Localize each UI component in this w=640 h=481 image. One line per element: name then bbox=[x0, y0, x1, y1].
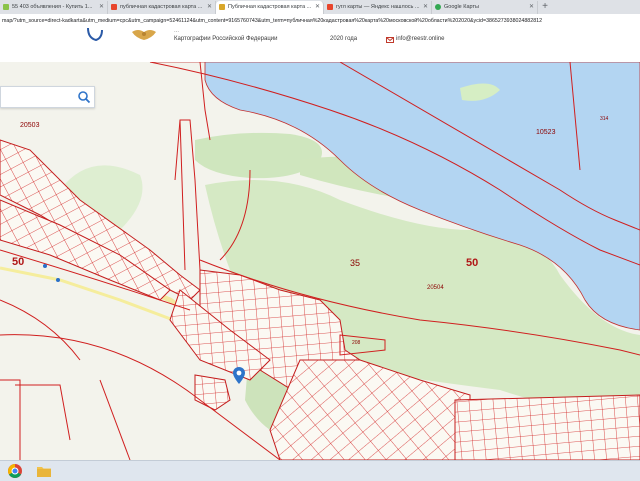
cadastral-favicon-icon bbox=[219, 4, 225, 10]
cadastral-map[interactable]: 20503 10523 35 50 50 20504 208 314 bbox=[0, 62, 640, 460]
chrome-icon[interactable] bbox=[5, 462, 25, 480]
yandex-favicon-icon bbox=[111, 4, 117, 10]
os-taskbar bbox=[0, 460, 640, 481]
search-icon[interactable] bbox=[77, 90, 91, 104]
google-maps-favicon-icon bbox=[435, 4, 441, 10]
tab-label: Публичная кадастровая карта ... bbox=[228, 4, 312, 10]
parcel-label: 208 bbox=[352, 340, 361, 346]
coat-of-arms-icon bbox=[132, 30, 156, 40]
email-link[interactable]: info@reestr.online bbox=[396, 36, 444, 42]
tab-label: публичная кадастровая карта ... bbox=[120, 4, 203, 10]
close-icon[interactable]: ✕ bbox=[529, 1, 534, 14]
district-label: 50 bbox=[12, 256, 24, 268]
poi-marker[interactable] bbox=[43, 264, 47, 268]
tab-yandex-search[interactable]: публичная кадастровая карта ... ✕ bbox=[108, 1, 216, 14]
close-icon[interactable]: ✕ bbox=[423, 1, 428, 14]
year-text: 2020 года bbox=[330, 36, 358, 42]
mail-icon bbox=[386, 37, 394, 43]
parcel-label: 314 bbox=[600, 116, 609, 122]
url-text[interactable]: map/?utm_source=direct-kadkarta&utm_medi… bbox=[2, 14, 542, 28]
district-label: 50 bbox=[466, 257, 478, 269]
parcel-label: 10523 bbox=[536, 129, 556, 136]
new-tab-button[interactable]: + bbox=[539, 1, 551, 13]
map-marker-icon[interactable] bbox=[233, 367, 245, 385]
map-canvas[interactable]: 20503 10523 35 50 50 20504 208 314 bbox=[0, 62, 640, 460]
site-logo-icon bbox=[87, 28, 103, 42]
close-icon[interactable]: ✕ bbox=[207, 1, 212, 14]
tab-label: гугл карты — Яндекс нашлось ... bbox=[336, 4, 420, 10]
search-input[interactable] bbox=[3, 89, 77, 107]
map-search-box bbox=[0, 86, 95, 108]
tab-label: Google Карты bbox=[444, 4, 479, 10]
poi-marker[interactable] bbox=[56, 278, 60, 282]
browser-tab-bar: 55 403 объявления - Купить 1... ✕ публич… bbox=[0, 0, 640, 14]
folder-icon[interactable] bbox=[34, 462, 54, 480]
tab-cadastral-map[interactable]: Публичная кадастровая карта ... ✕ bbox=[216, 1, 324, 14]
parcel-label: 20503 bbox=[20, 122, 40, 129]
avito-favicon-icon bbox=[3, 4, 9, 10]
tab-label: 55 403 объявления - Купить 1... bbox=[12, 4, 93, 10]
tab-avito[interactable]: 55 403 объявления - Купить 1... ✕ bbox=[0, 1, 108, 14]
quarter-label: 35 bbox=[350, 258, 360, 268]
parcel-label: 20504 bbox=[427, 285, 444, 291]
tab-google-maps-search[interactable]: гугл карты — Яндекс нашлось ... ✕ bbox=[324, 1, 432, 14]
org-line-top: ... bbox=[174, 28, 180, 34]
close-icon[interactable]: ✕ bbox=[99, 1, 104, 14]
yandex-favicon-icon bbox=[327, 4, 333, 10]
close-icon[interactable]: ✕ bbox=[315, 1, 320, 14]
tab-google-maps[interactable]: Google Карты ✕ bbox=[432, 1, 538, 14]
org-name: Картографии Российской Федерации bbox=[174, 36, 278, 42]
address-bar[interactable]: map/?utm_source=direct-kadkarta&utm_medi… bbox=[0, 14, 640, 29]
site-header: ... Картографии Российской Федерации 202… bbox=[0, 28, 640, 62]
